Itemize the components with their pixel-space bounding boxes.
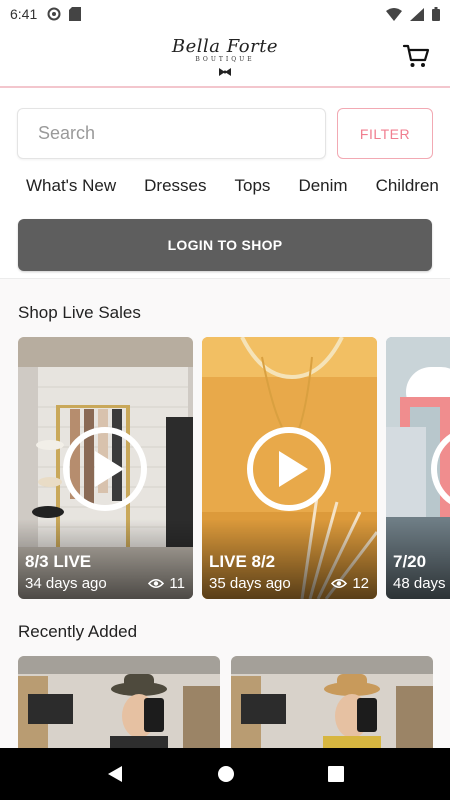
- live-sale-title: 7/20: [393, 552, 427, 571]
- play-icon[interactable]: [430, 426, 450, 512]
- product-image: [231, 656, 433, 748]
- filter-button[interactable]: FILTER: [337, 108, 433, 159]
- category-children[interactable]: Children: [376, 176, 439, 202]
- home-icon[interactable]: [217, 765, 235, 783]
- data-saver-icon: [47, 7, 61, 21]
- live-sale-card[interactable]: 7/20 48 days ago: [386, 337, 450, 599]
- live-sale-title: LIVE 8/2: [209, 552, 276, 571]
- system-nav-bar: [0, 748, 450, 800]
- category-tops[interactable]: Tops: [235, 176, 271, 202]
- live-sale-title: 8/3 LIVE: [25, 552, 92, 571]
- product-card[interactable]: [231, 656, 433, 748]
- status-time: 6:41: [10, 6, 38, 22]
- product-image: [18, 656, 220, 748]
- signal-icon: [410, 7, 424, 21]
- search-row: FILTER: [17, 108, 433, 160]
- logo-subtitle: BOUTIQUE: [195, 56, 255, 63]
- category-nav: What's New Dresses Tops Denim Children: [26, 176, 450, 202]
- play-icon[interactable]: [246, 426, 332, 512]
- live-sale-card[interactable]: LIVE 8/2 35 days ago 12: [202, 337, 377, 599]
- recently-added-heading: Recently Added: [18, 622, 138, 641]
- live-sale-card[interactable]: 8/3 LIVE 34 days ago 11: [18, 337, 193, 599]
- view-count: 11: [148, 575, 185, 592]
- view-count: 12: [331, 575, 369, 592]
- view-count-value: 12: [352, 575, 369, 592]
- product-card[interactable]: [18, 656, 220, 748]
- wifi-icon: [386, 7, 402, 21]
- view-count-value: 11: [169, 575, 185, 592]
- sd-card-icon: [69, 7, 82, 21]
- live-sales-heading: Shop Live Sales: [18, 303, 141, 322]
- recently-added-list[interactable]: [18, 656, 450, 748]
- live-sale-age: 34 days ago: [25, 575, 107, 592]
- eye-icon: [331, 578, 348, 589]
- bow-icon: [219, 68, 231, 76]
- eye-icon: [148, 578, 165, 589]
- search-input[interactable]: [17, 108, 326, 159]
- live-sale-age: 48 days ago: [393, 575, 450, 592]
- battery-icon: [432, 7, 440, 21]
- logo-title: Bella Forte: [171, 36, 279, 57]
- login-to-shop-button[interactable]: LOGIN TO SHOP: [18, 219, 432, 271]
- status-bar: 6:41: [0, 0, 450, 28]
- play-icon[interactable]: [62, 426, 148, 512]
- live-sale-age: 35 days ago: [209, 575, 291, 592]
- category-dresses[interactable]: Dresses: [144, 176, 206, 202]
- category-whats-new[interactable]: What's New: [26, 176, 116, 202]
- category-denim[interactable]: Denim: [298, 176, 347, 202]
- store-logo[interactable]: Bella Forte BOUTIQUE: [0, 36, 450, 81]
- live-sales-carousel[interactable]: 8/3 LIVE 34 days ago 11 LIVE 8/2 35 days…: [18, 337, 450, 599]
- cart-icon[interactable]: [402, 42, 430, 70]
- app-header: Bella Forte BOUTIQUE: [0, 28, 450, 88]
- back-icon[interactable]: [106, 765, 124, 783]
- recents-icon[interactable]: [327, 766, 344, 782]
